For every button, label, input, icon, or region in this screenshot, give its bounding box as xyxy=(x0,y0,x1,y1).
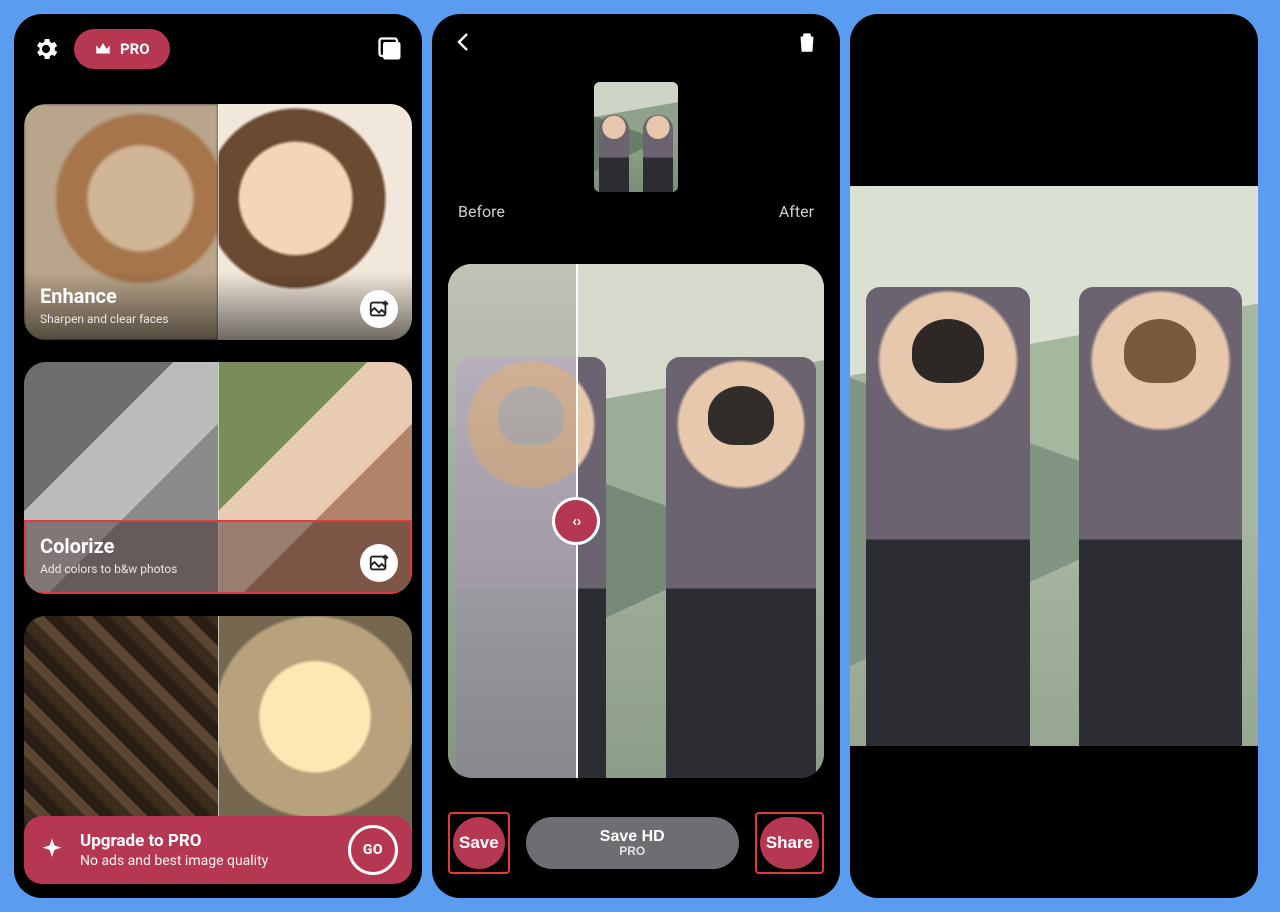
pro-label: PRO xyxy=(120,40,150,58)
delete-icon[interactable] xyxy=(794,29,820,55)
action-buttons: Save Save HD PRO Share xyxy=(448,812,824,874)
save-hd-button[interactable]: Save HD PRO xyxy=(526,817,739,869)
before-after-labels: Before After xyxy=(432,192,840,231)
pro-banner-subtitle: No ads and best image quality xyxy=(80,853,334,869)
save-hd-sub: PRO xyxy=(532,845,733,858)
save-highlight: Save xyxy=(448,812,510,874)
pro-pill[interactable]: PRO xyxy=(74,29,170,69)
person-left xyxy=(866,287,1029,746)
sparkle-icon xyxy=(38,836,66,864)
enhance-subtitle: Sharpen and clear faces xyxy=(40,312,396,326)
crown-icon xyxy=(94,40,112,58)
compare-view[interactable]: ‹ › xyxy=(448,264,824,778)
add-image-icon xyxy=(368,298,390,320)
go-button[interactable]: GO xyxy=(348,825,398,875)
person-right xyxy=(1079,287,1242,746)
save-hd-label: Save HD xyxy=(532,828,733,846)
after-label: After xyxy=(779,202,814,221)
settings-icon[interactable] xyxy=(32,35,60,63)
colorize-add-button[interactable] xyxy=(360,544,398,582)
add-image-icon xyxy=(368,552,390,574)
card-colorize[interactable]: Colorize Add colors to b&w photos xyxy=(24,362,412,594)
save-button[interactable]: Save xyxy=(453,817,505,869)
enhance-title: Enhance xyxy=(40,284,396,308)
result-thumbnail[interactable] xyxy=(594,82,678,192)
share-button[interactable]: Share xyxy=(760,817,819,869)
screen-home: PRO Enhance Sharpen and clear faces xyxy=(14,14,422,898)
share-highlight: Share xyxy=(755,812,824,874)
screen-compare: Before After ‹ › Save Save HD PRO xyxy=(432,14,840,898)
back-icon[interactable] xyxy=(452,30,476,54)
topbar xyxy=(432,14,840,70)
screen-final xyxy=(850,14,1258,898)
final-image[interactable] xyxy=(850,186,1258,746)
pro-banner-title: Upgrade to PRO xyxy=(80,831,334,851)
gallery-icon[interactable] xyxy=(376,35,404,63)
person-right xyxy=(666,357,816,778)
topbar: PRO xyxy=(14,14,422,84)
colorize-title: Colorize xyxy=(40,534,396,558)
enhance-add-button[interactable] xyxy=(360,290,398,328)
before-label: Before xyxy=(458,202,505,221)
pro-banner[interactable]: Upgrade to PRO No ads and best image qua… xyxy=(24,816,412,884)
slider-handle[interactable]: ‹ › xyxy=(552,497,600,545)
colorize-subtitle: Add colors to b&w photos xyxy=(40,562,396,576)
card-enhance[interactable]: Enhance Sharpen and clear faces xyxy=(24,104,412,340)
